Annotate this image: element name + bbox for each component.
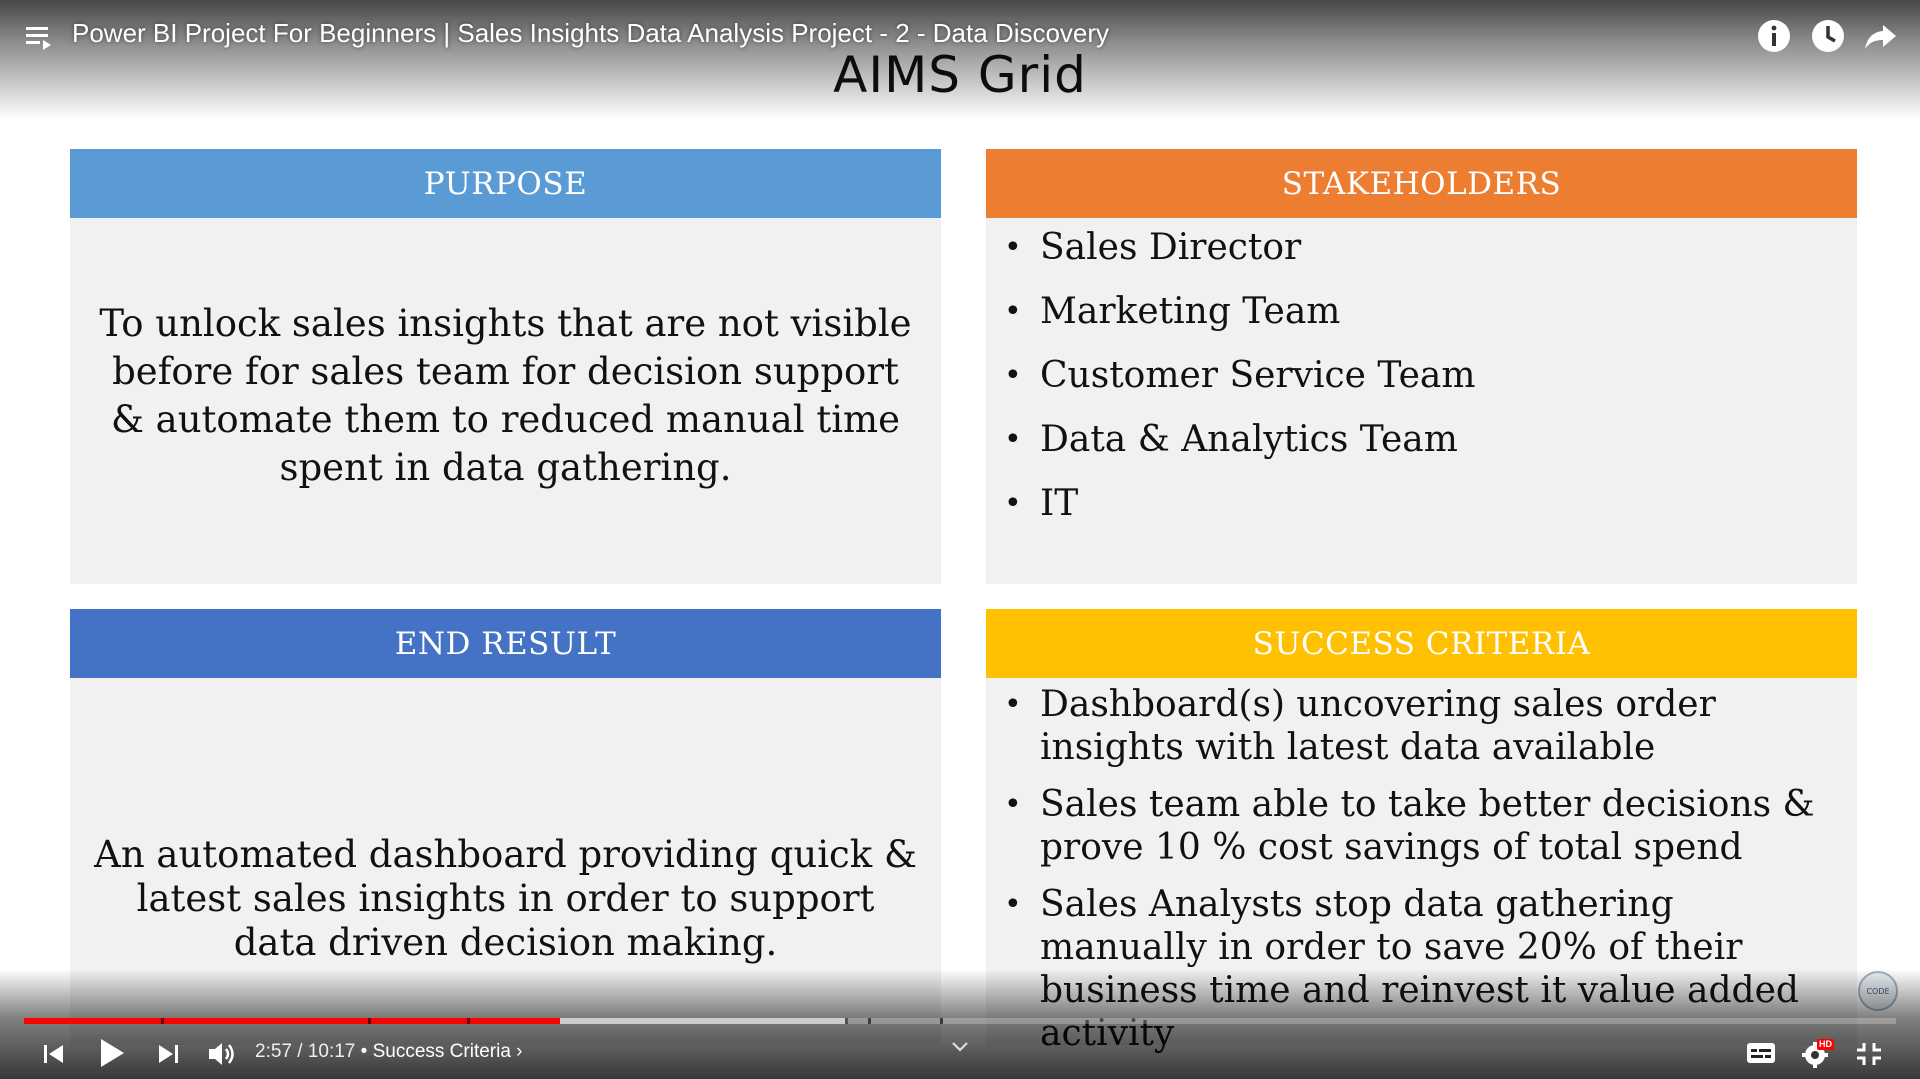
stakeholders-header: STAKEHOLDERS <box>986 149 1857 218</box>
list-item: • Sales Analysts stop data gathering manu… <box>1004 884 1799 1054</box>
bullet-icon: • <box>1004 787 1022 822</box>
settings-icon[interactable]: HD <box>1800 1038 1836 1070</box>
subtitles-icon[interactable] <box>1745 1040 1777 1066</box>
progress-played <box>24 1018 561 1024</box>
current-time: 2:57 <box>255 1041 292 1062</box>
success-criteria-list: • Dashboard(s) uncovering sales order ins… <box>1000 683 1843 1069</box>
stakeholders-list: • Sales Director • Marketing Team • Custome… <box>1000 226 1843 546</box>
end-result-body: An automated dashboard providing quick &… <box>70 678 941 1045</box>
purpose-card: PURPOSE To unlock sales insights that ar… <box>70 149 941 584</box>
chevron-down-icon[interactable] <box>950 1040 970 1054</box>
volume-icon[interactable] <box>206 1039 238 1069</box>
list-item: • IT <box>1004 483 1079 524</box>
next-icon[interactable] <box>154 1040 182 1068</box>
purpose-header: PURPOSE <box>70 149 941 218</box>
bullet-icon: • <box>1004 486 1022 521</box>
top-bar: Power BI Project For Beginners | Sales I… <box>0 0 1920 72</box>
chapter-marker <box>868 1018 871 1024</box>
chapter-marker <box>467 1018 470 1024</box>
stakeholders-card: STAKEHOLDERS • Sales Director • Marketing … <box>986 149 1857 584</box>
bullet-icon: • <box>1004 887 1022 922</box>
hd-badge: HD <box>1817 1039 1834 1050</box>
channel-watermark[interactable]: CODE <box>1858 971 1898 1011</box>
end-result-header: END RESULT <box>70 609 941 678</box>
video-title[interactable]: Power BI Project For Beginners | Sales I… <box>72 18 1109 49</box>
success-criteria-header-label: SUCCESS CRITERIA <box>1252 625 1591 662</box>
time-display: 2:57 / 10:17 • Success Criteria › <box>255 1041 523 1063</box>
purpose-body: To unlock sales insights that are not vi… <box>70 218 941 584</box>
bullet-icon: • <box>1004 687 1022 722</box>
list-item: • Dashboard(s) uncovering sales order ins… <box>1004 684 1716 768</box>
chapter-marker <box>368 1018 371 1024</box>
exit-fullscreen-icon[interactable] <box>1854 1040 1884 1068</box>
bullet-icon: • <box>1004 358 1022 393</box>
playlist-icon[interactable] <box>24 22 56 52</box>
list-item: • Sales Director <box>1004 227 1302 268</box>
stakeholders-header-label: STAKEHOLDERS <box>1281 165 1562 202</box>
progress-bar[interactable] <box>24 1018 1896 1024</box>
bullet-icon: • <box>1004 230 1022 265</box>
end-result-card: END RESULT An automated dashboard provid… <box>70 609 941 1045</box>
chapter-marker <box>845 1018 848 1024</box>
list-item: • Sales team able to take better decision… <box>1004 784 1815 868</box>
list-item: • Customer Service Team <box>1004 355 1476 396</box>
play-icon[interactable] <box>96 1036 128 1070</box>
duration: 10:17 <box>307 1041 356 1062</box>
purpose-text: To unlock sales insights that are not vi… <box>99 302 912 489</box>
chapter-title[interactable]: • Success Criteria › <box>355 1041 523 1062</box>
stakeholders-body: • Sales Director • Marketing Team • Custome… <box>986 218 1857 584</box>
end-result-text: An automated dashboard providing quick &… <box>94 833 917 964</box>
clock-icon[interactable] <box>1808 16 1848 56</box>
purpose-header-label: PURPOSE <box>423 165 588 202</box>
info-icon[interactable] <box>1754 16 1794 56</box>
chapter-marker <box>161 1018 164 1024</box>
end-result-header-label: END RESULT <box>394 625 617 662</box>
bullet-icon: • <box>1004 422 1022 457</box>
chapter-marker <box>940 1018 943 1024</box>
success-criteria-body: • Dashboard(s) uncovering sales order ins… <box>986 678 1857 1054</box>
video-player[interactable]: AIMS Grid PURPOSE To unlock sales insigh… <box>0 0 1920 1079</box>
list-item: • Data & Analytics Team <box>1004 419 1458 460</box>
share-icon[interactable] <box>1861 16 1901 56</box>
bullet-icon: • <box>1004 294 1022 329</box>
time-separator: / <box>291 1041 308 1062</box>
success-criteria-card: SUCCESS CRITERIA • Dashboard(s) uncoverin… <box>986 609 1857 1054</box>
success-criteria-header: SUCCESS CRITERIA <box>986 609 1857 678</box>
list-item: • Marketing Team <box>1004 291 1341 332</box>
previous-icon[interactable] <box>40 1040 68 1068</box>
